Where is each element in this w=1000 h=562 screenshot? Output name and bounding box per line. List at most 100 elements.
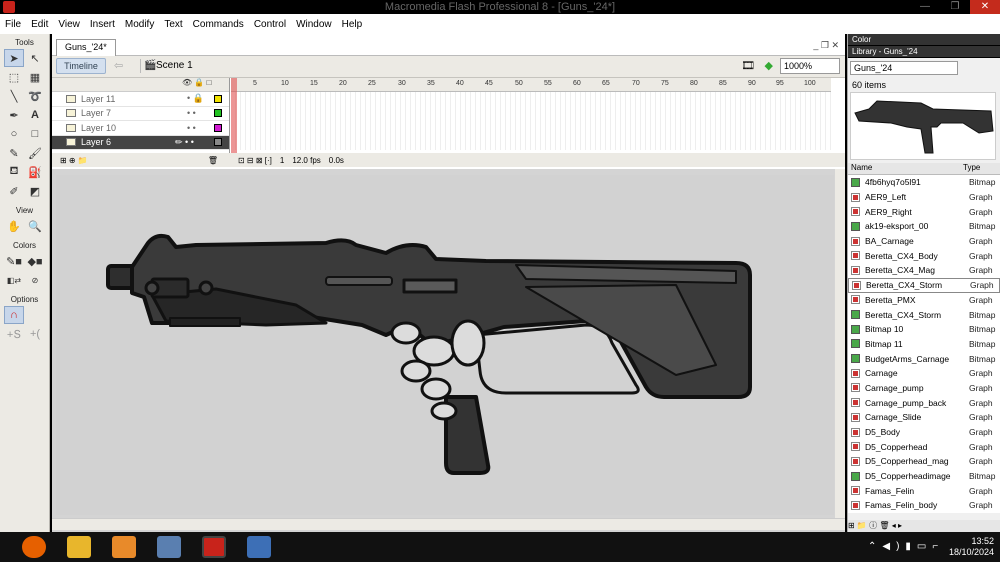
hand-tool-icon[interactable]: ✋ — [4, 217, 24, 235]
add-layer-icon[interactable]: ⊞ ⊕ 📁 — [60, 156, 88, 165]
layer-visibility-lock[interactable]: ✏ • • — [175, 137, 194, 148]
minimize-button[interactable]: — — [910, 0, 940, 14]
library-panel-header[interactable]: Library - Guns_'24 — [848, 46, 1000, 58]
edit-symbols-icon[interactable]: ◆ — [765, 59, 773, 72]
frame-ruler[interactable]: 5 10 15 20 25 30 35 40 45 50 55 60 65 70… — [231, 78, 831, 92]
library-item[interactable]: Carnage_Slide Graph — [848, 410, 1000, 425]
layer-color-swatch[interactable] — [214, 138, 222, 147]
menu-modify[interactable]: Modify — [120, 19, 159, 30]
library-item[interactable]: Carnage_pump Graph — [848, 380, 1000, 396]
layer-color-swatch[interactable] — [214, 123, 222, 132]
no-color-icon[interactable]: ⊘ — [25, 271, 45, 289]
library-item[interactable]: Carnage_pump_back Graph — [848, 395, 1000, 410]
file-explorer-icon[interactable] — [67, 536, 91, 558]
subselect-tool-icon[interactable]: ↖ — [25, 49, 45, 67]
library-item[interactable]: Famas_Felin_body Graph — [848, 498, 1000, 513]
stage-horizontal-scrollbar[interactable] — [52, 518, 845, 530]
menu-insert[interactable]: Insert — [85, 19, 120, 30]
smooth-icon[interactable]: +Տ — [4, 325, 24, 343]
pencil-tool-icon[interactable]: ✎ — [4, 144, 24, 162]
layer-row[interactable]: Layer 7 • • — [52, 107, 229, 121]
eraser-tool-icon[interactable]: ◩ — [25, 182, 45, 200]
layer-visibility-lock[interactable]: • • — [187, 108, 196, 118]
frame-grid[interactable] — [231, 92, 831, 150]
system-tray-icons[interactable]: ⌃◀)▮▭⌐ — [868, 541, 944, 552]
layer-row[interactable]: Layer 10 • • — [52, 121, 229, 136]
straighten-icon[interactable]: +( — [25, 325, 45, 343]
line-tool-icon[interactable]: ╲ — [4, 87, 24, 105]
library-item[interactable]: D5_Body Graph — [848, 424, 1000, 440]
menu-view[interactable]: View — [53, 19, 85, 30]
library-item[interactable]: 4fb6hyq7o5l91 Bitmap — [848, 175, 1000, 190]
stage-canvas[interactable] — [56, 175, 834, 515]
menu-control[interactable]: Control — [249, 19, 291, 30]
maximize-button[interactable]: ❐ — [940, 0, 970, 14]
library-item[interactable]: BudgetArms_Carnage Bitmap — [848, 351, 1000, 366]
layer-color-swatch[interactable] — [214, 94, 222, 103]
document-tab[interactable]: Guns_'24* — [56, 39, 116, 56]
library-item-selected[interactable]: Beretta_CX4_Storm Graph — [848, 277, 1000, 293]
swap-colors-icon[interactable]: ◧⇄ — [4, 271, 24, 289]
brush-tool-icon[interactable]: 🖌 — [25, 144, 45, 162]
layer-color-swatch[interactable] — [214, 109, 222, 118]
delete-layer-icon[interactable]: 🗑 — [208, 156, 218, 165]
close-button[interactable]: ✕ — [970, 0, 1000, 14]
firefox-icon[interactable] — [22, 536, 46, 558]
free-transform-tool-icon[interactable]: ⬚ — [4, 68, 24, 86]
fill-color-icon[interactable]: ◆■ — [25, 252, 45, 270]
library-item[interactable]: Famas_Felin Graph — [848, 483, 1000, 499]
document-taskbar-icon[interactable] — [247, 536, 271, 558]
library-item[interactable]: Beretta_PMX Graph — [848, 292, 1000, 308]
menu-file[interactable]: File — [0, 19, 26, 30]
playhead[interactable] — [231, 78, 237, 153]
library-item[interactable]: Beretta_CX4_Storm Bitmap — [848, 307, 1000, 322]
library-item[interactable]: BA_Carnage Graph — [848, 233, 1000, 249]
paint-bucket-tool-icon[interactable]: ⛽ — [25, 163, 45, 181]
library-item[interactable]: Beretta_CX4_Body Graph — [848, 248, 1000, 264]
snap-magnet-icon[interactable]: ∩ — [4, 306, 24, 324]
scene-label[interactable]: Scene 1 — [156, 60, 193, 71]
stroke-color-icon[interactable]: ✎■ — [4, 252, 24, 270]
menu-commands[interactable]: Commands — [188, 19, 249, 30]
media-player-icon[interactable] — [112, 536, 136, 558]
stage-vertical-scrollbar[interactable] — [835, 169, 845, 518]
timeline-toggle-button[interactable]: Timeline — [56, 58, 106, 74]
layer-visibility-lock[interactable]: • 🔒 — [187, 93, 204, 104]
library-item[interactable]: Bitmap 10 Bitmap — [848, 321, 1000, 337]
lasso-tool-icon[interactable]: ➰ — [25, 87, 45, 105]
library-item[interactable]: Carnage Graph — [848, 365, 1000, 381]
library-item[interactable]: D5_Copperhead_mag Graph — [848, 454, 1000, 469]
library-item[interactable]: Bitmap 11 Bitmap — [848, 336, 1000, 352]
menu-text[interactable]: Text — [159, 19, 187, 30]
paint-icon[interactable] — [157, 536, 181, 558]
pen-tool-icon[interactable]: ✒ — [4, 106, 24, 124]
stage-area[interactable] — [52, 169, 845, 532]
arrow-tool-icon[interactable]: ➤ — [4, 49, 24, 67]
document-window-controls[interactable]: _ ❐ ✕ — [813, 40, 839, 51]
layer-row-selected[interactable]: Layer 6 ✏ • • — [52, 135, 229, 150]
text-tool-icon[interactable]: A — [25, 106, 45, 124]
library-item[interactable]: ak19-eksport_00 Bitmap — [848, 219, 1000, 234]
eyedropper-tool-icon[interactable]: ✐ — [4, 182, 24, 200]
zoom-tool-icon[interactable]: 🔍 — [25, 217, 45, 235]
library-item[interactable]: D5_Copperheadimage Bitmap — [848, 468, 1000, 484]
rectangle-tool-icon[interactable]: □ — [25, 125, 45, 143]
oval-tool-icon[interactable]: ○ — [4, 125, 24, 143]
menu-window[interactable]: Window — [291, 19, 337, 30]
layer-visibility-lock[interactable]: • • — [187, 123, 196, 133]
color-panel-header[interactable]: Color — [848, 34, 1000, 46]
gun-artwork[interactable] — [56, 175, 834, 515]
ink-bottle-tool-icon[interactable]: ⛾ — [4, 163, 24, 181]
library-item[interactable]: AER9_Right Graph — [848, 204, 1000, 220]
flash-taskbar-icon[interactable] — [202, 536, 226, 558]
library-item[interactable]: AER9_Left Graph — [848, 189, 1000, 205]
library-document-select[interactable]: Guns_'24 — [850, 61, 958, 75]
edit-scene-icon[interactable]: 🎞 — [741, 59, 755, 72]
library-col-type[interactable]: Type — [963, 163, 980, 174]
back-arrow-icon[interactable]: ⇦ — [114, 59, 123, 72]
library-item[interactable]: D5_Copperhead Graph — [848, 439, 1000, 455]
layer-row[interactable]: Layer 11 • 🔒 — [52, 92, 229, 107]
onion-skin-icons[interactable]: ⊡ ⊟ ⊠ [·] — [238, 156, 272, 165]
menu-edit[interactable]: Edit — [26, 19, 53, 30]
menu-help[interactable]: Help — [337, 19, 368, 30]
